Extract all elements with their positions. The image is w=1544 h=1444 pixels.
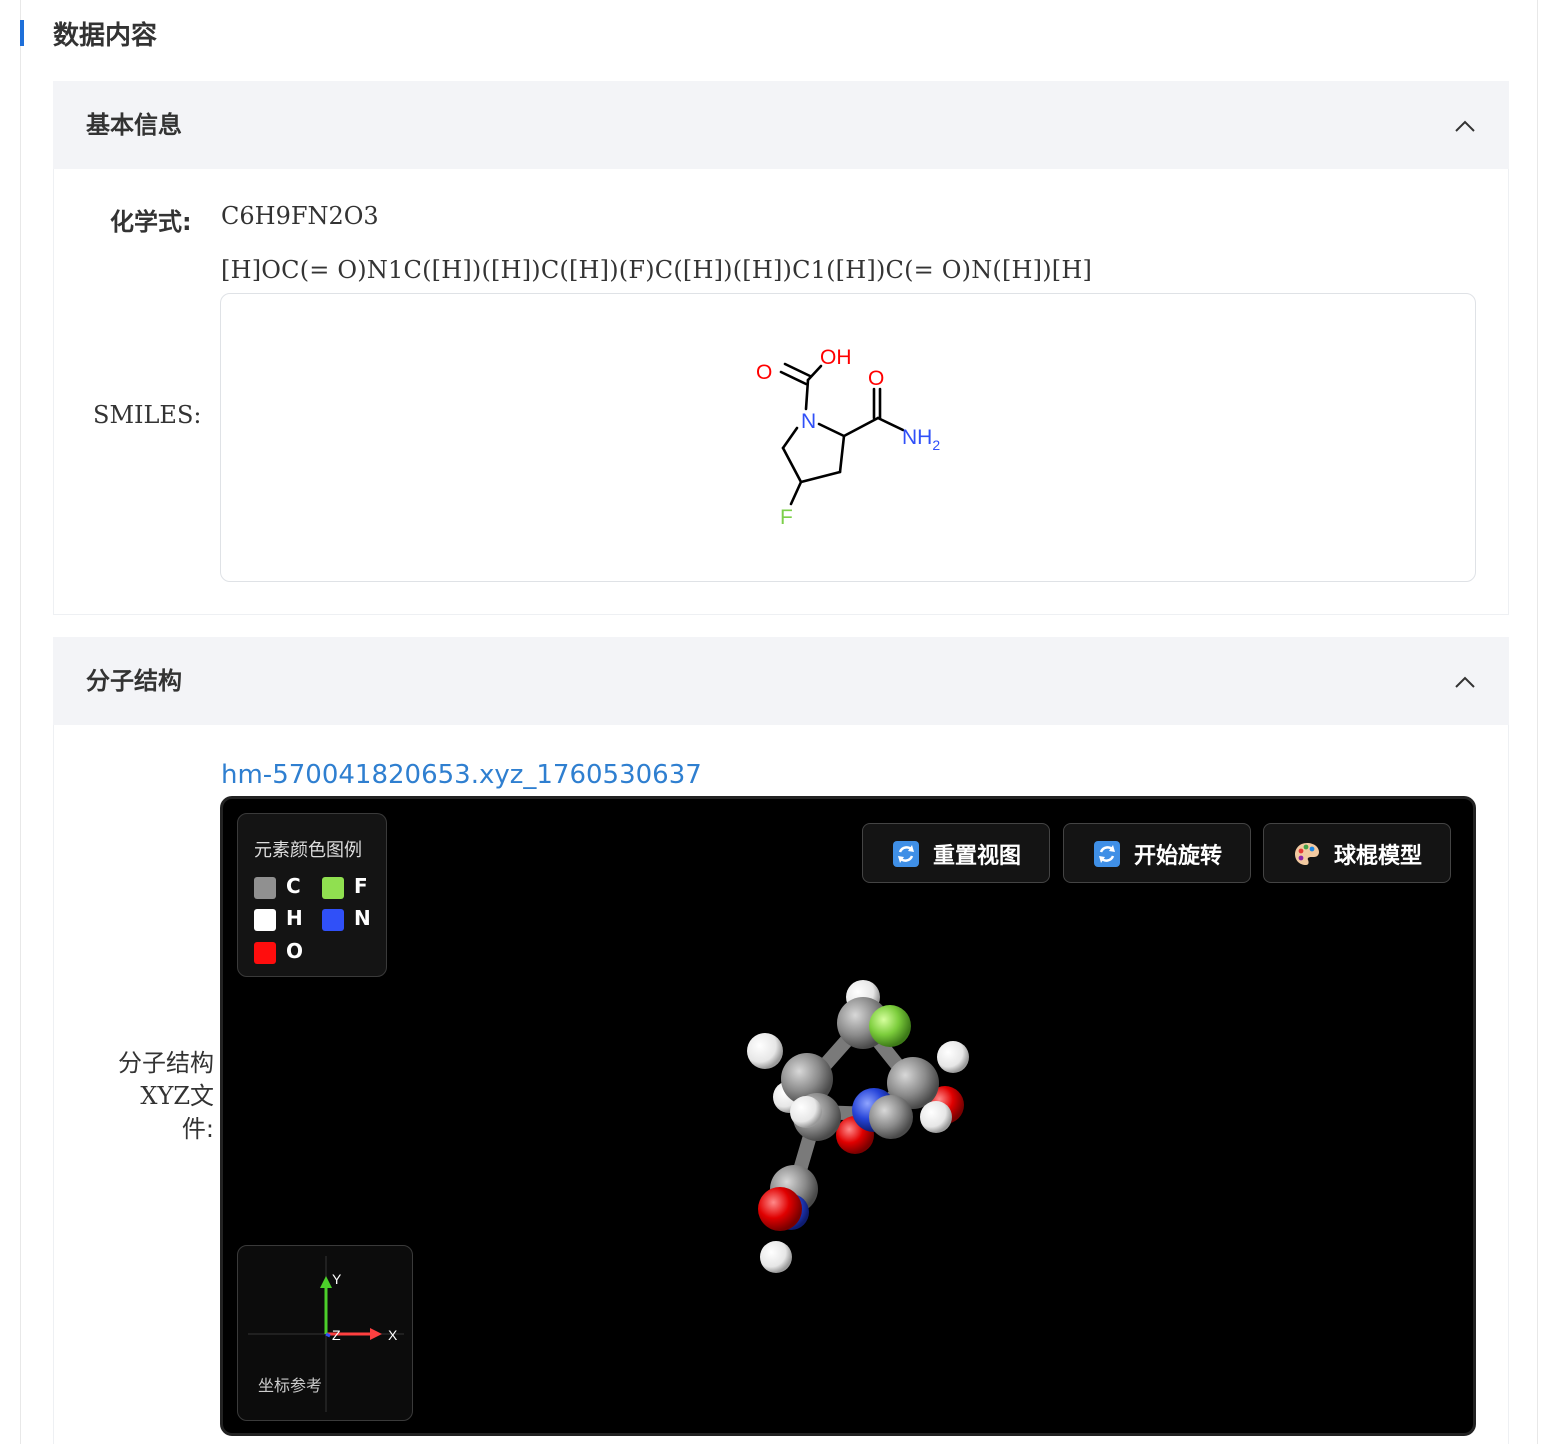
- atom-f: F: [780, 506, 793, 529]
- xyz-label-line2: XYZ文: [140, 1082, 214, 1110]
- axes-reference: X Y Z 坐标参考: [237, 1245, 413, 1421]
- page-title: 数据内容: [53, 21, 158, 51]
- atom-o-carbonyl: O: [756, 361, 772, 384]
- atom-n-ring: N: [801, 410, 816, 433]
- smiles-value: [H]OC(= O)N1C([H])([H])C([H])(F)C([H])([…: [221, 256, 1093, 284]
- z-axis-arrow: [325, 1332, 331, 1338]
- molecule-structure-header[interactable]: 分子结构: [53, 637, 1509, 725]
- atom-oh: OH: [820, 346, 852, 369]
- xyz-file-label: 分子结构 XYZ文 件:: [108, 1047, 214, 1146]
- xyz-file-link[interactable]: hm-570041820653.xyz_1760530637: [221, 760, 702, 790]
- title-accent-bar: [20, 20, 24, 46]
- atom-o-amide: O: [868, 367, 884, 390]
- chevron-up-icon[interactable]: [1455, 673, 1475, 693]
- formula-value: C6H9FN2O3: [221, 202, 379, 230]
- basic-info-header[interactable]: 基本信息: [53, 81, 1509, 169]
- chevron-up-icon[interactable]: [1455, 117, 1475, 137]
- basic-info-title: 基本信息: [86, 111, 182, 139]
- axis-x-label: X: [388, 1327, 398, 1343]
- structure-diagram-box: O OH O N NH2 F: [220, 293, 1476, 582]
- structure-diagram: O OH O N NH2 F: [756, 346, 940, 529]
- axis-z-label: Z: [332, 1327, 341, 1343]
- molecule-structure-title: 分子结构: [86, 667, 182, 695]
- molecule-3d-viewer[interactable]: 元素颜色图例 C F H N O 重置视图 开始旋转 球棍模型 X Y Z 坐标…: [220, 796, 1476, 1436]
- xyz-label-line3: 件:: [181, 1115, 214, 1143]
- formula-label: 化学式:: [110, 208, 192, 236]
- xyz-label-line1: 分子结构: [118, 1049, 214, 1077]
- bond-c-o-double: [779, 370, 808, 386]
- smiles-label: SMILES:: [93, 401, 202, 429]
- atom-nh2: NH2: [902, 426, 940, 453]
- axis-y-label: Y: [332, 1271, 342, 1287]
- axes-caption: 坐标参考: [258, 1376, 323, 1395]
